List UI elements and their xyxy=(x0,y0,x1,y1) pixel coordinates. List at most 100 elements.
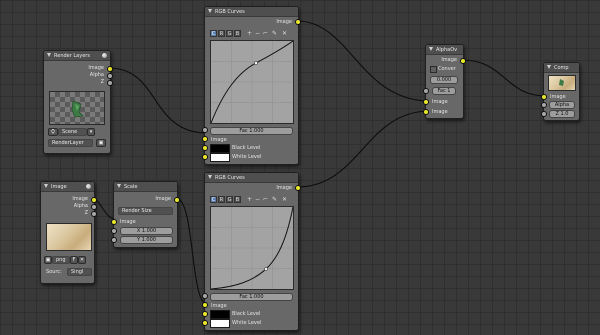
curve-graph[interactable] xyxy=(210,40,294,124)
input-socket-y[interactable] xyxy=(111,237,117,243)
output-socket-z[interactable] xyxy=(91,211,97,217)
input-socket-black-level[interactable] xyxy=(202,145,208,151)
output-socket-image[interactable] xyxy=(295,19,301,25)
collapse-triangle-icon[interactable] xyxy=(429,47,433,51)
input-socket-fac[interactable] xyxy=(202,127,208,133)
node-header[interactable]: Scale xyxy=(114,182,177,192)
input-socket-image[interactable] xyxy=(202,302,208,308)
scale-x-field[interactable]: X 1.000 xyxy=(120,227,173,235)
channel-r-button[interactable]: R xyxy=(218,30,225,37)
collapse-triangle-icon[interactable] xyxy=(117,184,121,188)
delete-point-icon[interactable]: ✕ xyxy=(282,196,287,203)
channel-r-button[interactable]: R xyxy=(218,196,225,203)
channel-g-button[interactable]: G xyxy=(226,196,233,203)
input-socket-z[interactable] xyxy=(541,111,547,117)
link-renderlayers-to-curves-top xyxy=(108,67,208,134)
sphere-icon[interactable] xyxy=(86,184,91,189)
source-selector[interactable]: Singl xyxy=(67,268,92,276)
channel-b-button[interactable]: B xyxy=(234,30,241,37)
collapse-triangle-icon[interactable] xyxy=(208,175,212,179)
output-socket-z[interactable] xyxy=(107,80,113,86)
black-level-swatch[interactable] xyxy=(210,310,230,319)
convert-premul-checkbox[interactable] xyxy=(430,66,437,73)
input-socket-image-1[interactable] xyxy=(423,99,429,105)
collapse-triangle-icon[interactable] xyxy=(208,9,212,13)
channel-b-button[interactable]: B xyxy=(234,196,241,203)
input-socket-fac[interactable] xyxy=(423,88,429,94)
sphere-icon[interactable] xyxy=(102,53,107,58)
input-socket-x[interactable] xyxy=(111,228,117,234)
scale-y-field[interactable]: Y 1.000 xyxy=(120,236,173,244)
image-node[interactable]: Image Image Alpha Z ▣ png F ✕ Sourc: Sin… xyxy=(40,181,97,284)
channel-c-button[interactable]: C xyxy=(210,196,217,203)
collapse-triangle-icon[interactable] xyxy=(547,65,551,69)
scale-mode-selector[interactable]: Render Size xyxy=(118,207,173,215)
render-button[interactable]: ▣ xyxy=(96,139,106,147)
zoom-out-icon[interactable]: − xyxy=(255,30,260,37)
node-title: Render Layers xyxy=(54,52,90,59)
composite-preview xyxy=(548,75,576,91)
tools-icon[interactable]: ⌐ xyxy=(263,30,268,37)
scene-selector[interactable]: Scene xyxy=(58,128,87,136)
fac-field[interactable]: Fac 1.000 xyxy=(210,127,293,135)
delete-point-icon[interactable]: ✕ xyxy=(282,30,287,37)
input-socket-black-level[interactable] xyxy=(202,311,208,317)
fake-user-button[interactable]: F xyxy=(70,256,78,264)
output-label-image: Image xyxy=(276,19,292,25)
collapse-triangle-icon[interactable] xyxy=(44,184,48,188)
scene-type-icon[interactable]: ⛭ xyxy=(48,128,58,136)
input-socket-image[interactable] xyxy=(541,94,547,100)
composite-node[interactable]: Comp Image Alpha Z 1.0 xyxy=(541,62,580,121)
node-header[interactable]: RGB Curves xyxy=(205,7,298,17)
fac-field[interactable]: Fac 1.000 xyxy=(210,293,293,301)
node-header[interactable]: AlphaOv xyxy=(426,45,463,55)
output-socket-image[interactable] xyxy=(174,197,180,203)
collapse-triangle-icon[interactable] xyxy=(47,53,51,57)
zoom-in-icon[interactable]: + xyxy=(247,30,252,37)
clip-icon[interactable]: ✎ xyxy=(272,30,277,37)
layer-selector[interactable]: RenderLayer xyxy=(48,139,93,147)
input-socket-image[interactable] xyxy=(202,136,208,142)
zoom-in-icon[interactable]: + xyxy=(247,196,252,203)
image-file-field[interactable]: png xyxy=(52,256,70,264)
black-level-swatch[interactable] xyxy=(210,144,230,153)
premul-field[interactable]: 0.000 xyxy=(430,76,458,84)
input-socket-alpha[interactable] xyxy=(541,102,547,108)
image-type-icon[interactable]: ▣ xyxy=(44,256,52,264)
clip-icon[interactable]: ✎ xyxy=(272,196,277,203)
rgb-curves-node-bottom[interactable]: RGB Curves Image C R G B + − ⌐ ✎ ✕ Fac 1… xyxy=(202,172,301,331)
white-level-swatch[interactable] xyxy=(210,153,230,162)
output-socket-image[interactable] xyxy=(91,197,97,203)
zoom-out-icon[interactable]: − xyxy=(255,196,260,203)
render-preview xyxy=(49,91,105,125)
input-socket-white-level[interactable] xyxy=(202,154,208,160)
scene-browse-button[interactable]: ▾ xyxy=(87,128,95,136)
channel-c-button[interactable]: C xyxy=(210,30,217,37)
input-socket-white-level[interactable] xyxy=(202,320,208,326)
channel-g-button[interactable]: G xyxy=(226,30,233,37)
scale-node[interactable]: Scale Image Render Size Image X 1.000 Y … xyxy=(111,181,180,248)
unlink-image-button[interactable]: ✕ xyxy=(78,256,86,264)
fac-field[interactable]: Fac 1 xyxy=(432,87,456,95)
curve-graph[interactable] xyxy=(210,206,294,290)
output-socket-alpha[interactable] xyxy=(91,204,97,210)
output-socket-alpha[interactable] xyxy=(107,73,113,79)
curve-toolbar: C R G B + − ⌐ ✎ ✕ xyxy=(210,30,294,37)
rgb-curves-node-top[interactable]: RGB Curves Image C R G B + − ⌐ ✎ ✕ Fac 1… xyxy=(202,6,301,165)
node-header[interactable]: Render Layers xyxy=(44,51,110,61)
node-header[interactable]: Comp xyxy=(544,63,579,73)
alpha-field[interactable]: Alpha xyxy=(549,101,575,109)
node-header[interactable]: Image xyxy=(41,182,94,192)
input-socket-fac[interactable] xyxy=(202,293,208,299)
white-level-swatch[interactable] xyxy=(210,319,230,328)
alpha-over-node[interactable]: AlphaOv Image Conver 0.000 Fac 1 Image I… xyxy=(423,44,466,119)
tools-icon[interactable]: ⌐ xyxy=(263,196,268,203)
input-socket-image[interactable] xyxy=(111,219,117,225)
render-layers-node[interactable]: Render Layers Image Alpha Z ⛭ Scene ▾ Re… xyxy=(43,50,113,154)
output-socket-image[interactable] xyxy=(460,58,466,64)
node-header[interactable]: RGB Curves xyxy=(205,173,298,183)
output-socket-image[interactable] xyxy=(295,185,301,191)
z-field[interactable]: Z 1.0 xyxy=(549,110,575,118)
output-socket-image[interactable] xyxy=(107,66,113,72)
input-socket-image-2[interactable] xyxy=(423,109,429,115)
